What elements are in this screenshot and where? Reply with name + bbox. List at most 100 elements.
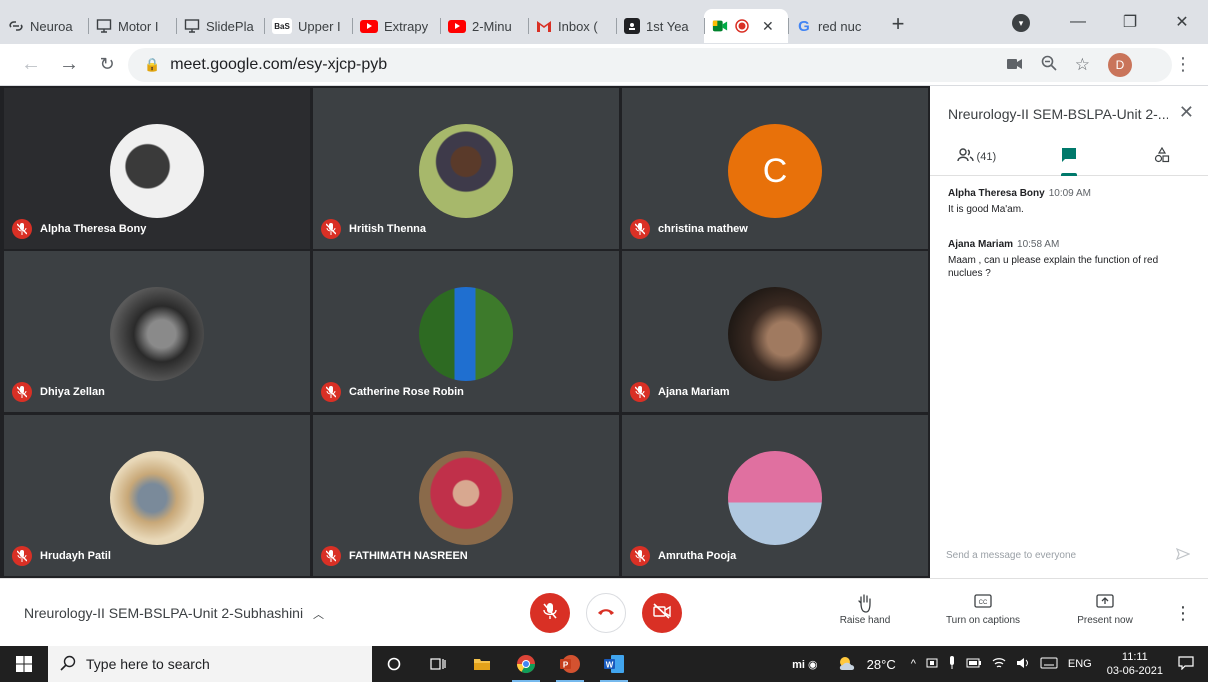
classroom-icon [624,18,640,34]
battery-icon[interactable] [966,658,982,671]
clock-time: 11:11 [1121,651,1148,663]
tab-chat[interactable] [1023,138,1116,176]
tab-upper[interactable]: BaS Upper I [264,9,352,43]
camera-toggle-button[interactable] [642,593,682,633]
windows-start-button[interactable] [0,656,48,672]
svg-text:W: W [606,661,614,670]
close-tab-icon[interactable]: ✕ [762,18,774,35]
mic-off-icon [12,546,32,566]
participant-photo [419,451,513,545]
present-now-button[interactable]: Present now [1072,593,1138,626]
reload-icon[interactable]: ↻ [88,54,126,75]
powerpoint-icon[interactable]: P [548,646,592,682]
tab-people[interactable]: (41) [930,138,1023,175]
raise-hand-button[interactable]: Raise hand [836,593,894,626]
language-indicator[interactable]: ENG [1068,658,1092,670]
chrome-icon[interactable] [504,646,548,682]
hang-up-icon [597,604,615,622]
participant-tile[interactable]: Hritish Thenna [313,88,619,249]
task-view-icon[interactable] [416,646,460,682]
chat-input[interactable]: Send a message to everyone [946,542,1191,568]
present-label: Present now [1077,615,1133,626]
participant-tile[interactable]: Ajana Mariam [622,251,928,412]
chat-input-placeholder: Send a message to everyone [946,549,1077,561]
send-icon[interactable] [1175,547,1191,563]
tab-red-nucleus[interactable]: Gred nuc [788,9,876,43]
participant-tile[interactable]: Hrudayh Patil [4,415,310,576]
tab-activities[interactable] [1115,138,1208,175]
mic-toggle-button[interactable] [530,593,570,633]
meeting-details[interactable]: Nreurology-II SEM-BSLPA-Unit 2-Subhashin… [24,605,324,622]
lock-icon: 🔒 [144,57,161,72]
volume-icon[interactable] [1016,657,1030,672]
word-icon[interactable]: W [592,646,636,682]
tab-extrapy[interactable]: Extrapy [352,9,440,43]
onedrive-icon[interactable] [926,657,938,672]
weather-temp: 28°C [866,656,896,672]
wifi-icon[interactable] [992,657,1006,672]
captions-button[interactable]: CC Turn on captions [940,593,1026,626]
participant-tile[interactable]: Amrutha Pooja [622,415,928,576]
participant-tile[interactable]: FATHIMATH NASREEN [313,415,619,576]
letter-avatar: C [728,124,822,218]
taskbar-search-input[interactable]: Type here to search [48,646,372,682]
tab-slideplayer[interactable]: SlidePla [176,9,264,43]
camera-icon[interactable] [1006,55,1023,75]
address-bar[interactable]: 🔒 meet.google.com/esy-xjcp-pyb ☆ D [128,48,1172,82]
mic-off-icon [12,219,32,239]
keyboard-icon[interactable] [1040,657,1058,672]
participant-name: Dhiya Zellan [40,386,105,398]
participant-tile[interactable]: Dhiya Zellan [4,251,310,412]
search-icon [60,655,76,674]
close-panel-icon[interactable]: ✕ [1179,102,1194,123]
mic-off-icon [321,546,341,566]
hand-icon [836,593,894,615]
chevron-up-icon: ︿ [312,609,324,621]
new-tab-button[interactable]: + [882,8,914,40]
more-options-icon[interactable]: ⋮ [1174,603,1192,624]
bookmark-star-icon[interactable]: ☆ [1075,55,1090,75]
browser-toolbar: ← → ↻ 🔒 meet.google.com/esy-xjcp-pyb ☆ D… [0,44,1208,86]
svg-text:CC: CC [979,600,988,606]
cortana-icon[interactable] [372,646,416,682]
profile-avatar[interactable]: D [1108,53,1132,77]
tab-google-meet-active[interactable]: ✕ [704,9,788,43]
microphone-icon[interactable] [948,655,956,673]
message-text: It is good Ma'am. [948,204,1024,215]
participant-grid: Alpha Theresa Bony Hritish Thenna C chri… [0,86,930,578]
mi-share-icon[interactable]: mi ◉ [792,658,818,671]
weather-icon[interactable] [837,655,857,674]
minimize-icon[interactable]: — [1052,13,1104,31]
system-clock[interactable]: 11:11 03-06-2021 [1107,650,1163,678]
forward-arrow-icon[interactable]: → [50,53,88,76]
link-icon [8,18,24,34]
message-time: 10:09 AM [1048,188,1091,199]
captions-icon: CC [940,593,1026,615]
tab-motor[interactable]: Motor I [88,9,176,43]
svg-text:P: P [563,661,569,670]
recording-icon [734,18,750,34]
people-count: (41) [976,150,997,163]
participant-name: Alpha Theresa Bony [40,223,147,235]
file-explorer-icon[interactable] [460,646,504,682]
participant-tile[interactable]: C christina mathew [622,88,928,249]
restore-icon[interactable]: ❐ [1104,12,1156,32]
notifications-icon[interactable] [1178,655,1194,673]
participant-photo [419,124,513,218]
tab-inbox[interactable]: Inbox ( [528,9,616,43]
browser-menu-icon[interactable]: ⋮ [1174,54,1192,75]
tab-1st-year[interactable]: 1st Yea [616,9,704,43]
back-arrow-icon[interactable]: ← [12,53,50,76]
participant-name: Amrutha Pooja [658,550,737,562]
tray-chevron-icon[interactable]: ^ [911,658,916,670]
tab-2-minute[interactable]: 2-Minu [440,9,528,43]
close-window-icon[interactable]: ✕ [1156,12,1208,32]
people-icon [956,148,975,165]
participant-tile[interactable]: Alpha Theresa Bony [4,88,310,249]
leave-call-button[interactable] [586,593,626,633]
participant-tile[interactable]: Catherine Rose Robin [313,251,619,412]
zoom-icon[interactable] [1041,55,1057,76]
gmail-icon [536,18,552,34]
tab-search-icon[interactable]: ▾ [1012,14,1030,32]
tab-neuroa[interactable]: Neuroa [0,9,88,43]
